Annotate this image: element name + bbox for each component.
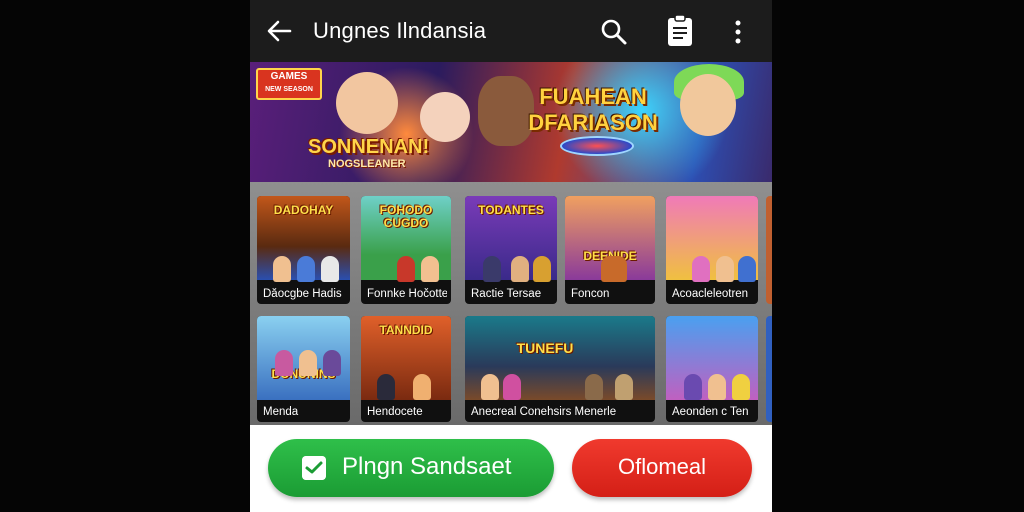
primary-action-label: Plngn Sandsaet bbox=[342, 453, 512, 480]
game-characters bbox=[676, 248, 756, 282]
clipboard-icon[interactable] bbox=[666, 14, 694, 48]
game-characters bbox=[371, 366, 441, 400]
game-card[interactable]: DEENIDE Foncon bbox=[565, 196, 655, 304]
game-characters bbox=[475, 248, 551, 282]
game-card[interactable]: DADOHAY Dăocgbe Hadis bbox=[257, 196, 350, 304]
game-card[interactable]: TANNDID Hendocete bbox=[361, 316, 451, 422]
game-title: Foncon bbox=[571, 288, 610, 300]
game-title: Fonnke Hočotte bbox=[367, 288, 447, 300]
game-characters bbox=[475, 366, 645, 400]
action-bar: Plngn Sandsaet Oflomeal bbox=[250, 425, 772, 512]
game-characters bbox=[267, 248, 340, 282]
game-title: Ractie Tersae bbox=[471, 288, 542, 300]
game-art-title: FOHODO CUGDO bbox=[379, 203, 433, 230]
right-letterbox bbox=[772, 0, 1024, 512]
left-letterbox bbox=[0, 0, 250, 512]
search-icon[interactable] bbox=[600, 18, 628, 46]
game-title: Menda bbox=[263, 406, 299, 418]
promo-banner[interactable]: GAMES NEW SEASON FUAHEAN DFARIASON SONNE… bbox=[250, 62, 772, 182]
game-title: Anecreal Conehsirs Menerle bbox=[471, 406, 617, 418]
game-characters bbox=[267, 342, 341, 376]
game-card[interactable]: TODANTES Ractie Tersae bbox=[465, 196, 557, 304]
arrow-left-icon[interactable] bbox=[264, 16, 294, 46]
primary-action-button[interactable]: Plngn Sandsaet bbox=[268, 439, 554, 497]
game-title: Aeonden c Ten bbox=[672, 406, 749, 418]
banner-headline: FUAHEAN DFARIASON bbox=[528, 84, 658, 135]
game-card[interactable]: TUNEFU Anecreal Conehsirs Menerle bbox=[465, 316, 655, 422]
game-characters bbox=[676, 366, 750, 400]
game-card[interactable]: Acoacleleotren bbox=[666, 196, 758, 304]
banner-character-4 bbox=[680, 74, 736, 136]
app-screen: Ungnes Ilndansia GAMES NEW SEASON FUAHEA… bbox=[250, 0, 772, 512]
send-icon bbox=[302, 456, 326, 480]
banner-character-2 bbox=[420, 92, 470, 142]
banner-subtitle: SONNENAN! bbox=[308, 136, 430, 158]
game-title: Dăocgbe Hadis bbox=[263, 288, 342, 300]
game-title: Acoacleleotren bbox=[672, 288, 749, 300]
banner-badge-line2: NEW SEASON bbox=[265, 86, 313, 93]
app-bar: Ungnes Ilndansia bbox=[250, 0, 772, 62]
game-art-title: TODANTES bbox=[478, 203, 544, 217]
game-art-title: TANNDID bbox=[379, 323, 433, 337]
banner-badge-line1: GAMES bbox=[270, 71, 308, 82]
game-art-title: DADOHAY bbox=[273, 203, 334, 217]
game-card-partial[interactable] bbox=[766, 316, 772, 422]
game-card[interactable]: FOHODO CUGDO Fonnke Hočotte bbox=[361, 196, 451, 304]
more-vertical-icon[interactable] bbox=[730, 18, 746, 46]
game-art-title: TUNEFU bbox=[516, 340, 574, 356]
game-characters bbox=[371, 248, 441, 282]
banner-badge: GAMES NEW SEASON bbox=[256, 68, 322, 100]
game-card[interactable]: Aeonden c Ten bbox=[666, 316, 758, 422]
game-characters bbox=[575, 248, 645, 282]
banner-character-3 bbox=[478, 76, 534, 146]
games-grid: DADOHAY Dăocgbe Hadis FOHODO CUGDO Fonnk… bbox=[250, 182, 772, 425]
game-card[interactable]: DONUNINS Menda bbox=[257, 316, 350, 422]
secondary-action-label: Oflomeal bbox=[617, 454, 707, 479]
banner-disc-graphic bbox=[560, 136, 634, 156]
page-title: Ungnes Ilndansia bbox=[313, 18, 487, 43]
game-title: Hendocete bbox=[367, 406, 423, 418]
banner-character-1 bbox=[336, 72, 398, 134]
game-card-partial[interactable] bbox=[766, 196, 772, 304]
secondary-action-button[interactable]: Oflomeal bbox=[572, 439, 752, 497]
banner-subtitle-secondary: NOGSLEANER bbox=[328, 158, 406, 170]
